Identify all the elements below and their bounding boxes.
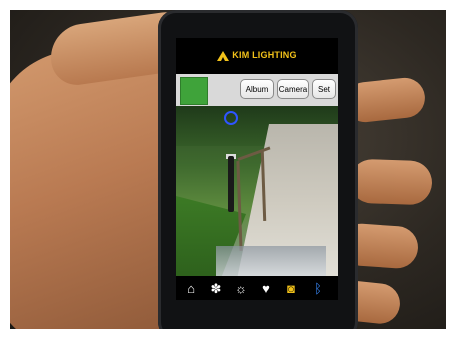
camera-button[interactable]: Camera [277, 79, 309, 99]
heart-icon[interactable]: ♥ [257, 280, 275, 298]
tab-bar: ⌂ ✽ ☼ ♥ ◙ ᛒ [176, 278, 338, 300]
finger-2 [349, 158, 433, 206]
camera-icon[interactable]: ◙ [282, 280, 300, 298]
brand-name: KIM LIGHTING [232, 50, 297, 60]
brand-header: KIM LIGHTING [176, 50, 338, 61]
bluetooth-icon[interactable]: ᛒ [309, 280, 327, 298]
toolbar: Album Camera Set [176, 74, 338, 106]
app-screen: KIM LIGHTING Album Camera Set ⌂ ✽ ☼ ♥ ◙ … [176, 38, 338, 300]
phone: KIM LIGHTING Album Camera Set ⌂ ✽ ☼ ♥ ◙ … [158, 10, 358, 329]
kim-logo-icon [217, 50, 230, 61]
home-icon[interactable]: ⌂ [182, 280, 200, 298]
set-button[interactable]: Set [312, 79, 336, 99]
photo-scene: KIM LIGHTING Album Camera Set ⌂ ✽ ☼ ♥ ◙ … [10, 10, 446, 329]
puddle [216, 246, 326, 276]
preview-photo[interactable] [176, 106, 338, 276]
brightness-icon[interactable]: ☼ [232, 280, 250, 298]
bollard-light [228, 156, 234, 212]
album-button[interactable]: Album [240, 79, 274, 99]
light-marker-icon[interactable] [224, 111, 238, 125]
color-swatch[interactable] [180, 77, 208, 105]
palette-icon[interactable]: ✽ [207, 280, 225, 298]
handrail-post [236, 160, 243, 252]
